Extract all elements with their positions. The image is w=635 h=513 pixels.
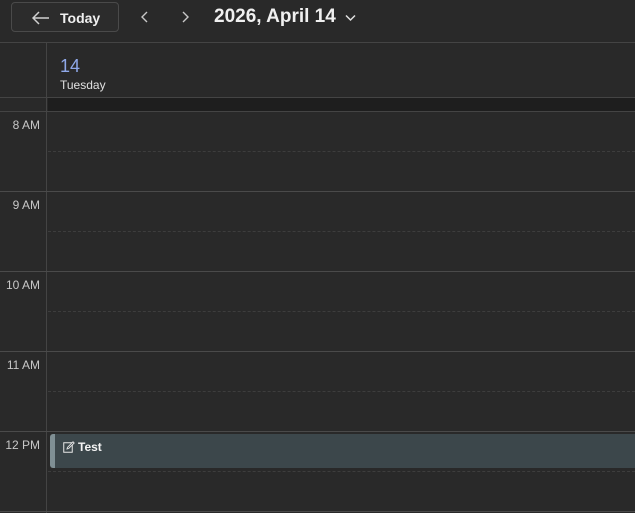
current-date-title[interactable]: 2026, April 14 <box>214 6 336 28</box>
calendar-event[interactable]: Test <box>50 434 635 468</box>
hour-label: 10 AM <box>5 278 40 292</box>
half-hour-divider <box>48 391 635 392</box>
time-grid: 8 AM 9 AM 10 AM 11 AM 12 PM Test <box>0 112 635 513</box>
today-button[interactable]: Today <box>11 2 119 32</box>
previous-day-chevron-icon[interactable] <box>138 9 152 25</box>
all-day-gutter <box>0 98 47 111</box>
half-hour-divider <box>48 311 635 312</box>
day-name: Tuesday <box>60 78 106 92</box>
hour-label: 11 AM <box>6 358 40 372</box>
day-header-row: 14 Tuesday <box>0 42 635 98</box>
note-edit-icon <box>63 441 75 453</box>
hour-label: 9 AM <box>12 198 40 212</box>
hour-slot[interactable]: 10 AM <box>0 272 635 352</box>
all-day-cell[interactable] <box>48 98 635 111</box>
day-number[interactable]: 14 <box>60 56 80 77</box>
event-title: Test <box>78 440 102 454</box>
next-day-chevron-icon[interactable] <box>178 9 192 25</box>
hour-label: 12 PM <box>5 438 40 452</box>
hour-slot[interactable]: 8 AM <box>0 112 635 192</box>
all-day-row <box>0 98 635 112</box>
half-hour-divider <box>48 471 635 472</box>
hour-label: 8 AM <box>12 118 40 132</box>
hour-slot[interactable]: 9 AM <box>0 192 635 272</box>
half-hour-divider <box>48 151 635 152</box>
arrow-left-icon <box>32 11 49 25</box>
time-gutter-header <box>0 43 47 97</box>
today-button-label: Today <box>60 10 101 26</box>
half-hour-divider <box>48 231 635 232</box>
chevron-down-icon[interactable] <box>345 14 356 22</box>
hour-slot[interactable]: 11 AM <box>0 352 635 432</box>
calendar-toolbar: Today 2026, April 14 <box>0 0 635 42</box>
